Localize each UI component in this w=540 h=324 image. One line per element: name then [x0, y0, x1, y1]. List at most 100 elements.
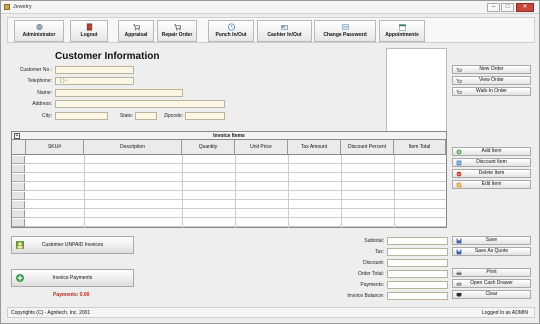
row-selector[interactable]	[12, 219, 25, 227]
add-item-label: Add Item	[481, 148, 502, 154]
window-title: Jewelry	[13, 4, 32, 10]
logout-label: Logout	[80, 32, 98, 38]
save-icon	[456, 249, 462, 255]
repair-order-button[interactable]: Repair Order	[157, 20, 197, 42]
invoice-balance-label: Invoice Balance:	[347, 293, 384, 299]
delete-item-button[interactable]: Delete Item	[452, 169, 531, 178]
change-password-button[interactable]: Change Password	[314, 20, 376, 42]
invoice-balance-field	[387, 292, 448, 300]
add-item-button[interactable]: Add Item	[452, 147, 531, 156]
save-label: Save	[485, 237, 498, 243]
table-row[interactable]	[12, 192, 446, 200]
customer-no-field[interactable]	[55, 66, 134, 74]
edit-item-icon	[456, 182, 462, 188]
close-button[interactable]: ✕	[516, 3, 534, 12]
row-selector[interactable]	[12, 165, 25, 173]
row-selector[interactable]	[12, 183, 25, 191]
new-order-button[interactable]: New Order	[452, 65, 531, 74]
column-header-sku[interactable]: SKU#	[26, 140, 84, 155]
column-divider	[394, 155, 395, 228]
edit-item-button[interactable]: Edit Item	[452, 180, 531, 189]
column-header-discount-percent[interactable]: Discount Percent	[341, 140, 394, 155]
subtotal-label: Subtotal:	[364, 238, 384, 244]
table-row[interactable]	[12, 156, 446, 164]
cart-icon	[456, 78, 462, 83]
row-header-corner	[12, 140, 26, 155]
row-selector[interactable]	[12, 156, 25, 164]
table-row[interactable]	[12, 210, 446, 218]
save-as-quote-button[interactable]: Save As Quote	[452, 247, 531, 256]
delete-item-label: Delete Item	[478, 170, 505, 176]
cash-drawer-icon	[456, 282, 462, 286]
customer-no-label: Customer No.:	[19, 67, 52, 73]
row-selector[interactable]	[12, 192, 25, 200]
city-label: City:	[42, 113, 52, 119]
column-header-description[interactable]: Description	[84, 140, 182, 155]
walk-in-order-button[interactable]: Walk-In Order	[452, 87, 531, 96]
appraisal-label: Appraisal	[124, 32, 148, 38]
address-label: Address:	[32, 101, 52, 107]
cart-icon	[132, 24, 140, 31]
name-field[interactable]	[55, 89, 183, 97]
table-row[interactable]	[12, 201, 446, 209]
logout-button[interactable]: Logout	[70, 20, 108, 42]
save-as-quote-label: Save As Quote	[474, 248, 509, 254]
subtotal-field	[387, 237, 448, 245]
row-selector[interactable]	[12, 201, 25, 209]
expand-icon[interactable]: +	[14, 133, 20, 139]
table-row[interactable]	[12, 183, 446, 191]
telephone-field[interactable]: ( ) -	[55, 77, 134, 85]
table-row[interactable]	[12, 165, 446, 173]
appointments-label: Appointments	[385, 32, 419, 38]
cashier-in-out-button[interactable]: Cashier In/Out	[257, 20, 312, 42]
print-button[interactable]: Print	[452, 268, 531, 277]
repair-order-label: Repair Order	[161, 32, 193, 38]
column-header-quantity[interactable]: Quantity	[182, 140, 235, 155]
row-selector[interactable]	[12, 174, 25, 182]
delete-item-icon	[456, 171, 462, 177]
minimize-button[interactable]: –	[487, 3, 500, 12]
customer-unpaid-invoices-button[interactable]: Customer UNPAID Invoices	[11, 236, 134, 254]
punch-in-out-button[interactable]: Punch In/Out	[208, 20, 254, 42]
new-order-label: New Order	[479, 66, 504, 72]
administrator-icon	[35, 23, 43, 31]
city-field[interactable]	[55, 112, 108, 120]
svg-text:%: %	[457, 161, 461, 166]
walk-in-order-label: Walk-In Order	[476, 88, 507, 94]
administrator-button[interactable]: Administrator	[14, 20, 64, 42]
save-button[interactable]: Save	[452, 236, 531, 245]
column-header-item-total[interactable]: Item Total	[394, 140, 446, 155]
clear-button[interactable]: Clear	[452, 290, 531, 299]
add-item-icon	[456, 149, 462, 155]
cart-icon	[456, 67, 462, 72]
payments-amount-text: Payments: 0.00	[53, 292, 90, 298]
discount-item-label: Discount Item	[476, 159, 507, 165]
cashier-in-out-label: Cashier In/Out	[267, 32, 302, 38]
column-header-tax-amount[interactable]: Tax Amount	[288, 140, 341, 155]
punch-in-out-label: Punch In/Out	[215, 32, 247, 38]
address-field[interactable]	[55, 100, 225, 108]
open-cash-drawer-button[interactable]: Open Cash Drawer	[452, 279, 531, 288]
tax-label: Tax:	[374, 249, 384, 255]
appraisal-button[interactable]: Appraisal	[118, 20, 154, 42]
maximize-button[interactable]: □	[501, 3, 514, 12]
print-label: Print	[486, 269, 497, 275]
zipcode-field[interactable]	[185, 112, 225, 120]
customer-unpaid-invoices-label: Customer UNPAID Invoices	[41, 242, 104, 248]
column-header-unit-price[interactable]: Unit Price	[235, 140, 288, 155]
appointments-button[interactable]: Appointments	[379, 20, 425, 42]
discount-item-button[interactable]: % Discount Item	[452, 158, 531, 167]
row-selector[interactable]	[12, 210, 25, 218]
order-total-label: Order Total:	[357, 271, 384, 277]
table-row[interactable]	[12, 219, 446, 227]
state-field[interactable]	[135, 112, 157, 120]
main-toolbar: Administrator Logout Appraisal Repair Or…	[7, 17, 535, 43]
table-row[interactable]	[12, 174, 446, 182]
customer-invoice-icon	[16, 241, 24, 249]
application-window: Jewelry – □ ✕ Administrator Logout Appra…	[0, 0, 540, 324]
title-bar: Jewelry – □ ✕	[1, 1, 539, 14]
view-order-button[interactable]: View Order	[452, 76, 531, 85]
invoice-payments-button[interactable]: Invoice Payments	[11, 269, 134, 287]
open-cash-drawer-label: Open Cash Drawer	[470, 280, 513, 286]
password-form-icon	[341, 24, 349, 30]
